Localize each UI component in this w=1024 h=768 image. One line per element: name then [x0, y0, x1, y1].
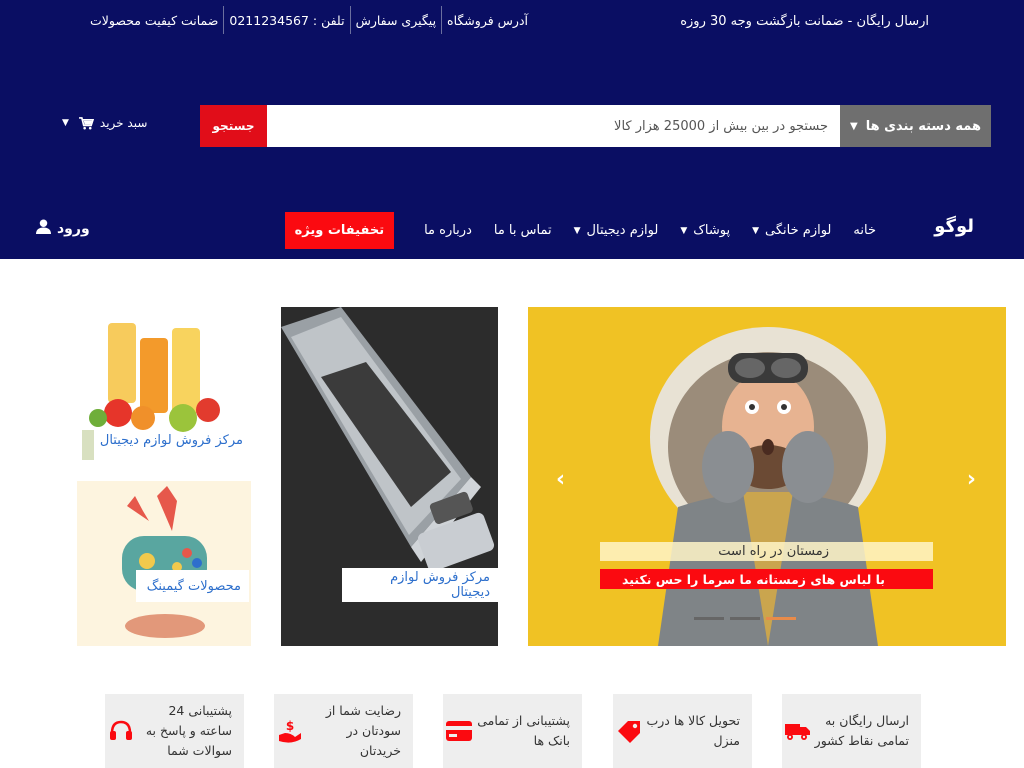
category-select[interactable]: همه دسته بندی ها ▼: [840, 105, 991, 147]
slider-dot[interactable]: [694, 617, 724, 620]
nav-item-clothing[interactable]: پوشاک ▼: [680, 223, 730, 238]
slider-dot-active[interactable]: [766, 617, 796, 620]
chevron-right-icon[interactable]: ›: [967, 467, 976, 492]
chevron-down-icon: ▼: [680, 225, 688, 236]
nav-item-home-appliances[interactable]: لوازم خانگی ▼: [752, 223, 831, 238]
juice-banner-label[interactable]: مرکز فروش لوازم دیجیتال: [78, 429, 251, 451]
laptop-banner-label[interactable]: مرکز فروش لوازم دیجیتال: [342, 568, 498, 602]
search-bar: همه دسته بندی ها ▼ جستجو: [200, 105, 991, 147]
gaming-controller-image: [122, 486, 207, 638]
cart-icon: [78, 116, 94, 130]
feature-support-24h: پشتیبانی 24 ساعته و پاسخ به سوالات شما: [105, 694, 244, 768]
juice-banner[interactable]: مرکز فروش لوازم دیجیتال: [78, 318, 251, 463]
hero-slider[interactable]: ‹ › زمستان در راه است با لباس های زمستان…: [528, 307, 1006, 646]
hand-money-icon: $: [276, 719, 304, 743]
login-label: ورود: [57, 220, 90, 237]
promo-text: ارسال رایگان - ضمانت بازگشت وجه 30 روزه: [680, 14, 929, 29]
slider-caption-text: با لباس های زمستانه ما سرما را حس نکنید: [600, 569, 933, 589]
svg-text:$: $: [286, 719, 294, 733]
laptop-banner[interactable]: مرکز فروش لوازم دیجیتال: [281, 307, 498, 646]
chevron-down-icon: ▼: [62, 118, 69, 128]
feature-text: ارسال رایگان به تمامی نقاط کشور: [814, 713, 909, 748]
credit-card-icon: [445, 721, 473, 741]
nav-item-home[interactable]: خانه: [853, 223, 876, 238]
nav-item-label: پوشاک: [693, 223, 731, 238]
winter-man-image: [650, 327, 886, 646]
feature-text: تحویل کالا ها درب منزل: [646, 713, 740, 748]
feature-text: پشتیبانی از تمامی بانک ها: [477, 713, 570, 748]
headset-icon: [107, 719, 135, 743]
slider-caption-title: زمستان در راه است: [600, 542, 933, 561]
nav-item-label: خانه: [853, 223, 876, 238]
cart-button[interactable]: سبد خرید ▼: [62, 116, 147, 130]
search-input[interactable]: [267, 105, 840, 147]
nav-item-about[interactable]: درباره ما: [424, 223, 472, 238]
nav-item-digital[interactable]: لوازم دیجیتال ▼: [574, 223, 659, 238]
feature-bank-support: پشتیبانی از تمامی بانک ها: [443, 694, 582, 768]
category-select-label: همه دسته بندی ها: [865, 118, 982, 134]
store-address-link[interactable]: آدرس فروشگاه: [441, 6, 528, 34]
nav-item-label: لوازم دیجیتال: [586, 223, 659, 238]
nav-item-contact[interactable]: تماس با ما: [494, 223, 552, 238]
chevron-down-icon: ▼: [573, 225, 581, 236]
feature-satisfaction: رضایت شما از سودتان در خریدتان $: [274, 694, 413, 768]
order-tracking-link[interactable]: پیگیری سفارش: [349, 6, 441, 34]
chevron-left-icon[interactable]: ‹: [556, 467, 565, 492]
special-offers-button[interactable]: تخفیفات ویژه: [284, 212, 395, 249]
tag-icon: [615, 719, 643, 743]
search-button[interactable]: جستجو: [200, 105, 267, 147]
nav-item-label: لوازم خانگی: [765, 223, 832, 238]
gaming-banner-label[interactable]: محصولات گیمینگ: [136, 570, 249, 602]
site-header: ارسال رایگان - ضمانت بازگشت وجه 30 روزه …: [0, 0, 1024, 259]
site-logo[interactable]: لوگو: [934, 216, 974, 237]
feature-text: پشتیبانی 24 ساعته و پاسخ به سوالات شما: [145, 703, 232, 758]
slider-dot[interactable]: [730, 617, 760, 620]
main-nav: خانه لوازم خانگی ▼ پوشاک ▼ لوازم دیجیتال…: [284, 212, 876, 249]
feature-text: رضایت شما از سودتان در خریدتان: [325, 703, 401, 758]
quality-guarantee-link[interactable]: ضمانت کیفیت محصولات: [85, 6, 223, 34]
cart-label: سبد خرید: [99, 116, 148, 130]
nav-item-label: تماس با ما: [493, 223, 552, 238]
phone-link[interactable]: تلفن : 0211234567: [223, 6, 349, 34]
user-icon: [36, 219, 51, 238]
truck-icon: [784, 721, 812, 741]
chevron-down-icon: ▼: [849, 120, 858, 132]
feature-home-delivery: تحویل کالا ها درب منزل: [613, 694, 752, 768]
login-button[interactable]: ورود: [36, 219, 90, 238]
chevron-down-icon: ▼: [752, 225, 760, 236]
slider-dots: [694, 617, 796, 620]
topbar-links: آدرس فروشگاه پیگیری سفارش تلفن : 0211234…: [85, 6, 528, 34]
nav-item-label: درباره ما: [424, 223, 472, 238]
gaming-banner[interactable]: محصولات گیمینگ: [77, 481, 251, 646]
feature-free-shipping: ارسال رایگان به تمامی نقاط کشور: [782, 694, 921, 768]
